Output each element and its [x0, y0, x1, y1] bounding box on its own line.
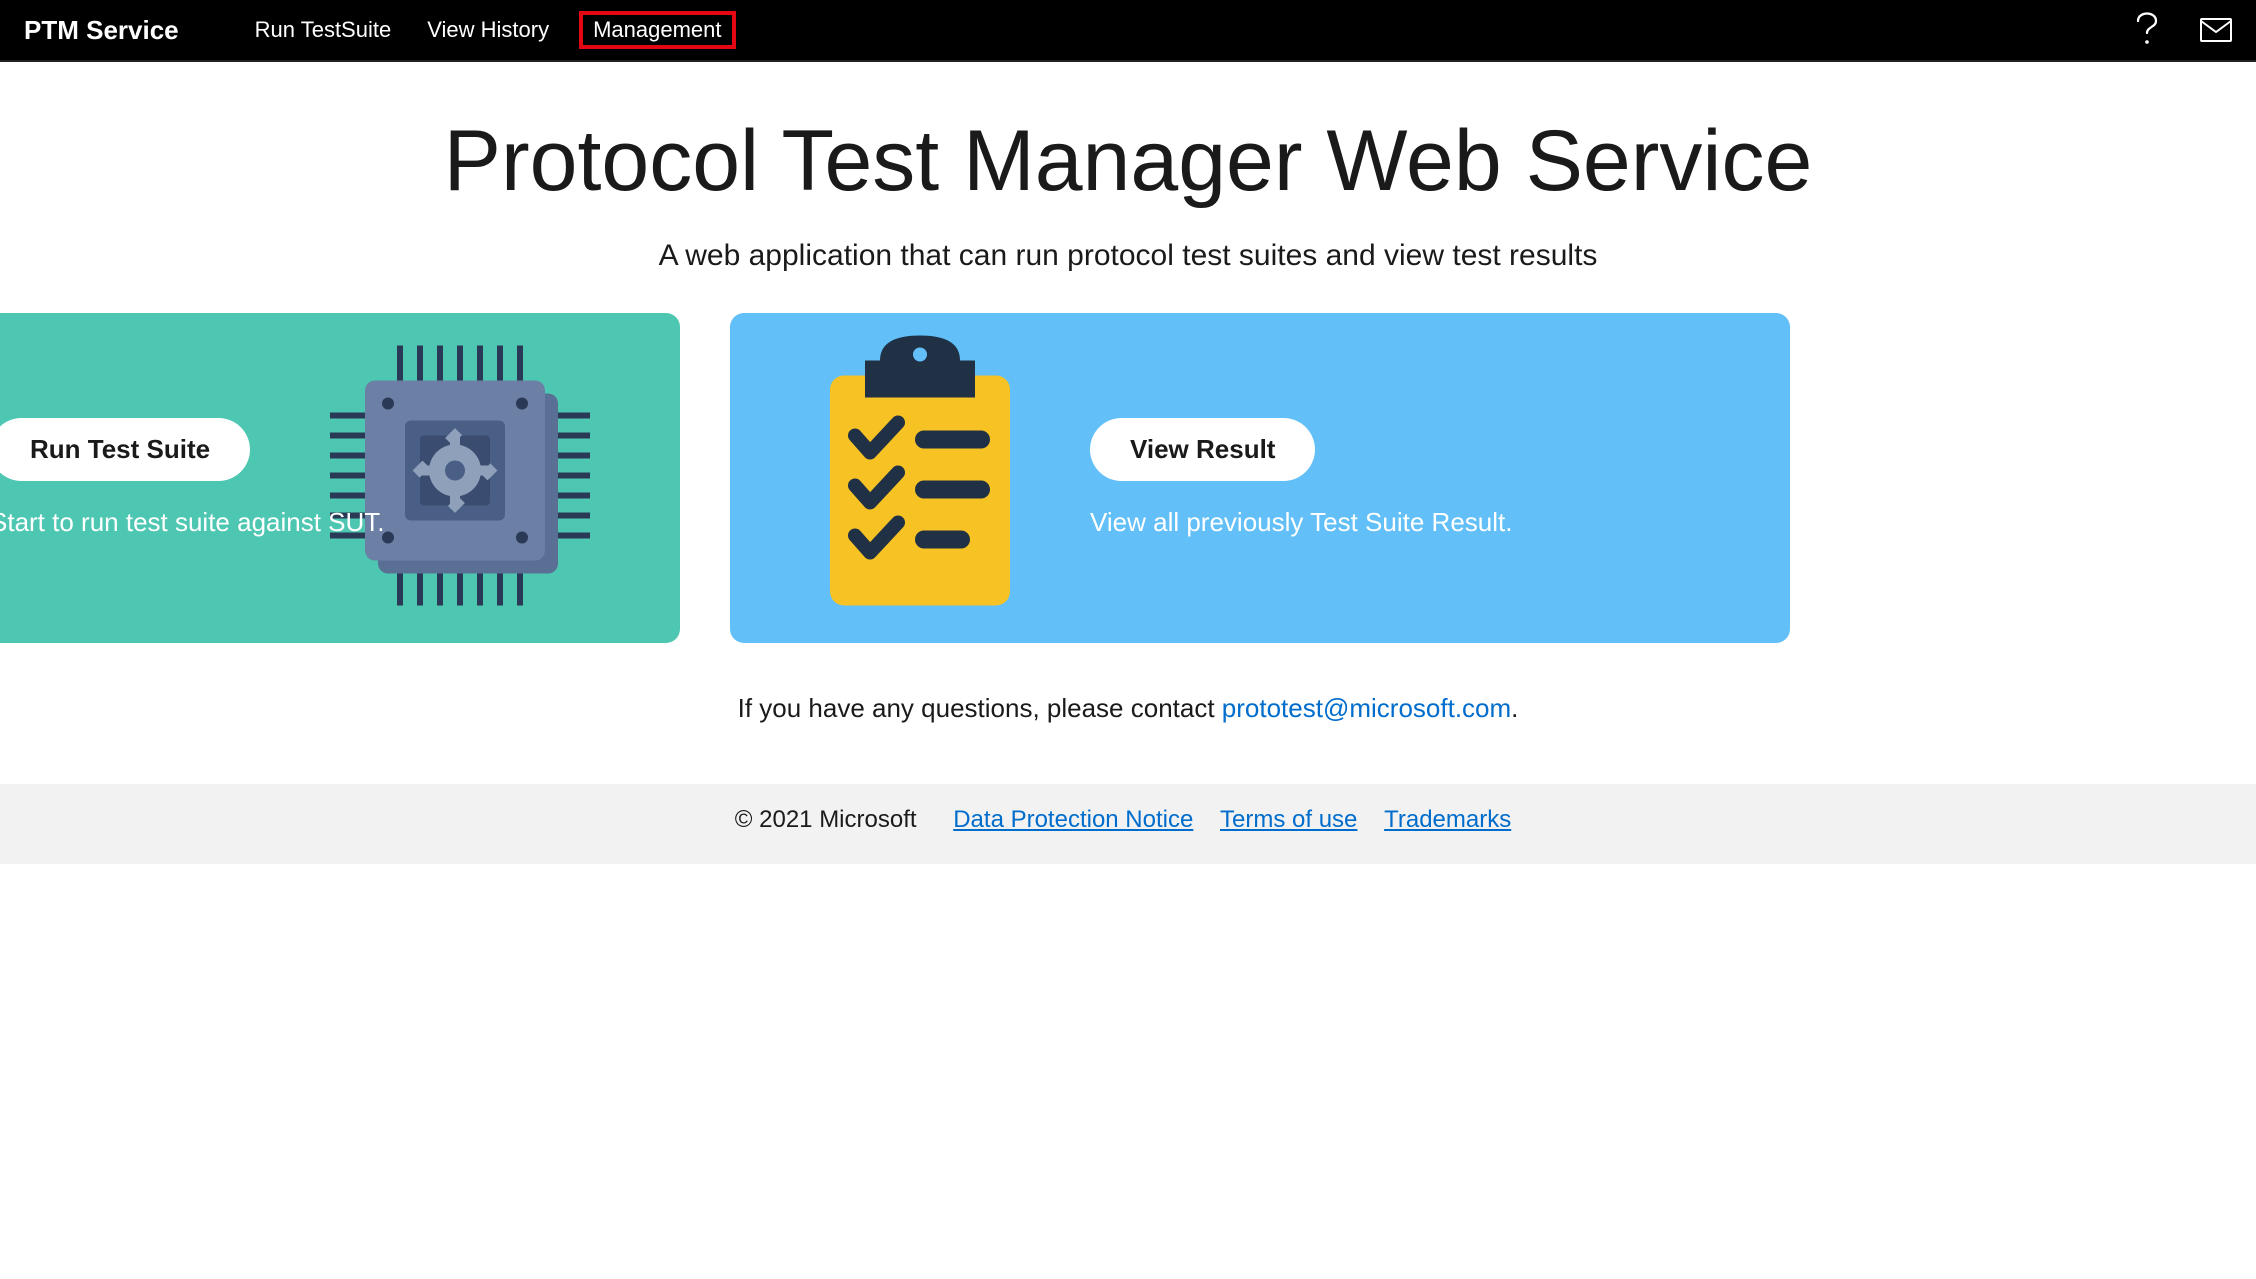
view-result-desc: View all previously Test Suite Result.	[1090, 507, 1512, 538]
view-result-button[interactable]: View Result	[1090, 418, 1315, 481]
card-view-result: View Result View all previously Test Sui…	[730, 313, 1790, 643]
footer-link-data-protection[interactable]: Data Protection Notice	[953, 806, 1193, 833]
cards-row: Run Test Suite Start to run test suite a…	[0, 313, 2256, 683]
nav-links: Run TestSuite View History Management	[249, 11, 736, 49]
page-subtitle: A web application that can run protocol …	[20, 239, 2236, 273]
footer: © 2021 Microsoft Data Protection Notice …	[0, 784, 2256, 864]
brand-title[interactable]: PTM Service	[24, 15, 179, 46]
nav-run-testsuite[interactable]: Run TestSuite	[249, 13, 398, 47]
run-test-suite-button[interactable]: Run Test Suite	[0, 418, 250, 481]
hero-section: Protocol Test Manager Web Service A web …	[0, 62, 2256, 313]
clipboard-checklist-icon	[790, 331, 1050, 626]
contact-email-link[interactable]: prototest@microsoft.com	[1222, 693, 1511, 723]
card-run-test-suite: Run Test Suite Start to run test suite a…	[0, 313, 680, 643]
run-test-suite-desc: Start to run test suite against SUT.	[0, 507, 385, 538]
nav-management[interactable]: Management	[579, 11, 735, 49]
page-title: Protocol Test Manager Web Service	[20, 112, 2236, 211]
contact-prefix: If you have any questions, please contac…	[738, 693, 1222, 723]
footer-link-terms[interactable]: Terms of use	[1220, 806, 1357, 833]
mail-icon[interactable]	[2200, 18, 2232, 42]
contact-line: If you have any questions, please contac…	[0, 683, 2256, 784]
nav-view-history[interactable]: View History	[421, 13, 555, 47]
nav-icons	[2134, 12, 2232, 48]
top-navbar: PTM Service Run TestSuite View History M…	[0, 0, 2256, 62]
contact-suffix: .	[1511, 693, 1518, 723]
footer-copyright: © 2021 Microsoft	[735, 806, 917, 833]
footer-link-trademarks[interactable]: Trademarks	[1384, 806, 1511, 833]
help-icon[interactable]	[2134, 12, 2160, 48]
